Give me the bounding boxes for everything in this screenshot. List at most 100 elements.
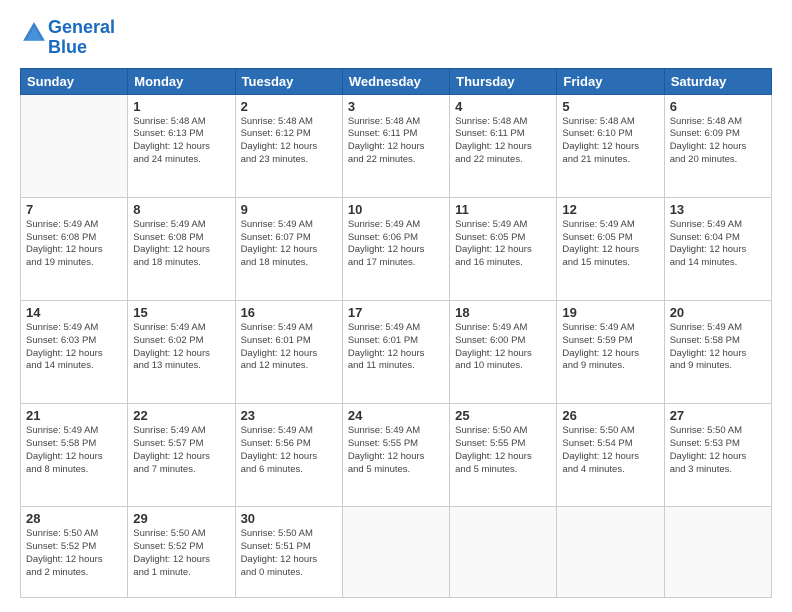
day-number: 6 xyxy=(670,99,766,114)
day-info: Sunrise: 5:48 AM Sunset: 6:10 PM Dayligh… xyxy=(562,116,658,167)
calendar-table: SundayMondayTuesdayWednesdayThursdayFrid… xyxy=(20,68,772,598)
day-number: 15 xyxy=(133,305,229,320)
day-info: Sunrise: 5:48 AM Sunset: 6:13 PM Dayligh… xyxy=(133,116,229,167)
header: GeneralBlue xyxy=(20,18,772,58)
day-number: 10 xyxy=(348,202,444,217)
day-number: 22 xyxy=(133,408,229,423)
day-number: 17 xyxy=(348,305,444,320)
table-row: 17 Sunrise: 5:49 AM Sunset: 6:01 PM Dayli… xyxy=(342,300,449,403)
table-row: 18 Sunrise: 5:49 AM Sunset: 6:00 PM Dayli… xyxy=(450,300,557,403)
day-number: 11 xyxy=(455,202,551,217)
weekday-header-tuesday: Tuesday xyxy=(235,68,342,94)
table-row: 12 Sunrise: 5:49 AM Sunset: 6:05 PM Dayli… xyxy=(557,197,664,300)
day-number: 13 xyxy=(670,202,766,217)
day-number: 26 xyxy=(562,408,658,423)
weekday-header-thursday: Thursday xyxy=(450,68,557,94)
table-row: 29 Sunrise: 5:50 AM Sunset: 5:52 PM Dayli… xyxy=(128,507,235,598)
day-info: Sunrise: 5:49 AM Sunset: 6:01 PM Dayligh… xyxy=(348,322,444,373)
weekday-header-friday: Friday xyxy=(557,68,664,94)
table-row: 7 Sunrise: 5:49 AM Sunset: 6:08 PM Daylig… xyxy=(21,197,128,300)
table-row: 21Sunrise: 5:49 AM Sunset: 5:58 PM Dayli… xyxy=(21,404,128,507)
table-row xyxy=(557,507,664,598)
table-row: 25Sunrise: 5:50 AM Sunset: 5:55 PM Dayli… xyxy=(450,404,557,507)
day-number: 14 xyxy=(26,305,122,320)
day-number: 28 xyxy=(26,511,122,526)
day-info: Sunrise: 5:48 AM Sunset: 6:11 PM Dayligh… xyxy=(455,116,551,167)
day-info: Sunrise: 5:49 AM Sunset: 6:05 PM Dayligh… xyxy=(455,219,551,270)
table-row xyxy=(450,507,557,598)
day-info: Sunrise: 5:50 AM Sunset: 5:52 PM Dayligh… xyxy=(26,528,122,579)
table-row: 4Sunrise: 5:48 AM Sunset: 6:11 PM Daylig… xyxy=(450,94,557,197)
day-info: Sunrise: 5:50 AM Sunset: 5:53 PM Dayligh… xyxy=(670,425,766,476)
table-row: 10 Sunrise: 5:49 AM Sunset: 6:06 PM Dayli… xyxy=(342,197,449,300)
table-row xyxy=(664,507,771,598)
day-number: 9 xyxy=(241,202,337,217)
day-number: 12 xyxy=(562,202,658,217)
day-info: Sunrise: 5:49 AM Sunset: 5:57 PM Dayligh… xyxy=(133,425,229,476)
day-number: 2 xyxy=(241,99,337,114)
day-number: 29 xyxy=(133,511,229,526)
logo: GeneralBlue xyxy=(20,18,115,58)
table-row: 22 Sunrise: 5:49 AM Sunset: 5:57 PM Dayli… xyxy=(128,404,235,507)
logo-text: GeneralBlue xyxy=(48,18,115,58)
table-row: 2 Sunrise: 5:48 AM Sunset: 6:12 PM Daylig… xyxy=(235,94,342,197)
day-info: Sunrise: 5:49 AM Sunset: 6:08 PM Dayligh… xyxy=(26,219,122,270)
calendar-week-1: 1 Sunrise: 5:48 AM Sunset: 6:13 PM Daylig… xyxy=(21,94,772,197)
day-info: Sunrise: 5:49 AM Sunset: 5:56 PM Dayligh… xyxy=(241,425,337,476)
table-row: 5 Sunrise: 5:48 AM Sunset: 6:10 PM Daylig… xyxy=(557,94,664,197)
calendar-week-4: 21Sunrise: 5:49 AM Sunset: 5:58 PM Dayli… xyxy=(21,404,772,507)
day-number: 30 xyxy=(241,511,337,526)
table-row: 11 Sunrise: 5:49 AM Sunset: 6:05 PM Dayli… xyxy=(450,197,557,300)
day-info: Sunrise: 5:49 AM Sunset: 6:00 PM Dayligh… xyxy=(455,322,551,373)
table-row: 23 Sunrise: 5:49 AM Sunset: 5:56 PM Dayli… xyxy=(235,404,342,507)
logo-icon xyxy=(20,19,48,47)
day-info: Sunrise: 5:49 AM Sunset: 6:08 PM Dayligh… xyxy=(133,219,229,270)
table-row xyxy=(342,507,449,598)
day-info: Sunrise: 5:49 AM Sunset: 6:01 PM Dayligh… xyxy=(241,322,337,373)
day-info: Sunrise: 5:50 AM Sunset: 5:51 PM Dayligh… xyxy=(241,528,337,579)
table-row xyxy=(21,94,128,197)
table-row: 27Sunrise: 5:50 AM Sunset: 5:53 PM Dayli… xyxy=(664,404,771,507)
calendar-week-5: 28 Sunrise: 5:50 AM Sunset: 5:52 PM Dayli… xyxy=(21,507,772,598)
day-info: Sunrise: 5:49 AM Sunset: 5:59 PM Dayligh… xyxy=(562,322,658,373)
weekday-header-wednesday: Wednesday xyxy=(342,68,449,94)
day-info: Sunrise: 5:50 AM Sunset: 5:54 PM Dayligh… xyxy=(562,425,658,476)
weekday-header-monday: Monday xyxy=(128,68,235,94)
day-info: Sunrise: 5:49 AM Sunset: 6:05 PM Dayligh… xyxy=(562,219,658,270)
day-info: Sunrise: 5:49 AM Sunset: 5:58 PM Dayligh… xyxy=(26,425,122,476)
table-row: 30 Sunrise: 5:50 AM Sunset: 5:51 PM Dayli… xyxy=(235,507,342,598)
weekday-header-sunday: Sunday xyxy=(21,68,128,94)
day-info: Sunrise: 5:49 AM Sunset: 6:04 PM Dayligh… xyxy=(670,219,766,270)
day-info: Sunrise: 5:49 AM Sunset: 6:03 PM Dayligh… xyxy=(26,322,122,373)
weekday-header-saturday: Saturday xyxy=(664,68,771,94)
table-row: 26 Sunrise: 5:50 AM Sunset: 5:54 PM Dayli… xyxy=(557,404,664,507)
table-row: 3Sunrise: 5:48 AM Sunset: 6:11 PM Daylig… xyxy=(342,94,449,197)
table-row: 16 Sunrise: 5:49 AM Sunset: 6:01 PM Dayli… xyxy=(235,300,342,403)
calendar-week-3: 14 Sunrise: 5:49 AM Sunset: 6:03 PM Dayli… xyxy=(21,300,772,403)
day-info: Sunrise: 5:48 AM Sunset: 6:11 PM Dayligh… xyxy=(348,116,444,167)
day-number: 5 xyxy=(562,99,658,114)
day-number: 7 xyxy=(26,202,122,217)
day-info: Sunrise: 5:50 AM Sunset: 5:52 PM Dayligh… xyxy=(133,528,229,579)
day-number: 24 xyxy=(348,408,444,423)
day-info: Sunrise: 5:49 AM Sunset: 5:55 PM Dayligh… xyxy=(348,425,444,476)
day-info: Sunrise: 5:48 AM Sunset: 6:12 PM Dayligh… xyxy=(241,116,337,167)
day-number: 1 xyxy=(133,99,229,114)
day-info: Sunrise: 5:49 AM Sunset: 6:06 PM Dayligh… xyxy=(348,219,444,270)
table-row: 28 Sunrise: 5:50 AM Sunset: 5:52 PM Dayli… xyxy=(21,507,128,598)
day-number: 19 xyxy=(562,305,658,320)
day-info: Sunrise: 5:49 AM Sunset: 5:58 PM Dayligh… xyxy=(670,322,766,373)
day-number: 8 xyxy=(133,202,229,217)
day-info: Sunrise: 5:49 AM Sunset: 6:07 PM Dayligh… xyxy=(241,219,337,270)
day-number: 23 xyxy=(241,408,337,423)
table-row: 1 Sunrise: 5:48 AM Sunset: 6:13 PM Daylig… xyxy=(128,94,235,197)
table-row: 9 Sunrise: 5:49 AM Sunset: 6:07 PM Daylig… xyxy=(235,197,342,300)
table-row: 6 Sunrise: 5:48 AM Sunset: 6:09 PM Daylig… xyxy=(664,94,771,197)
day-number: 18 xyxy=(455,305,551,320)
day-info: Sunrise: 5:48 AM Sunset: 6:09 PM Dayligh… xyxy=(670,116,766,167)
calendar-week-2: 7 Sunrise: 5:49 AM Sunset: 6:08 PM Daylig… xyxy=(21,197,772,300)
calendar-body: 1 Sunrise: 5:48 AM Sunset: 6:13 PM Daylig… xyxy=(21,94,772,597)
weekday-header-row: SundayMondayTuesdayWednesdayThursdayFrid… xyxy=(21,68,772,94)
day-number: 16 xyxy=(241,305,337,320)
day-info: Sunrise: 5:49 AM Sunset: 6:02 PM Dayligh… xyxy=(133,322,229,373)
